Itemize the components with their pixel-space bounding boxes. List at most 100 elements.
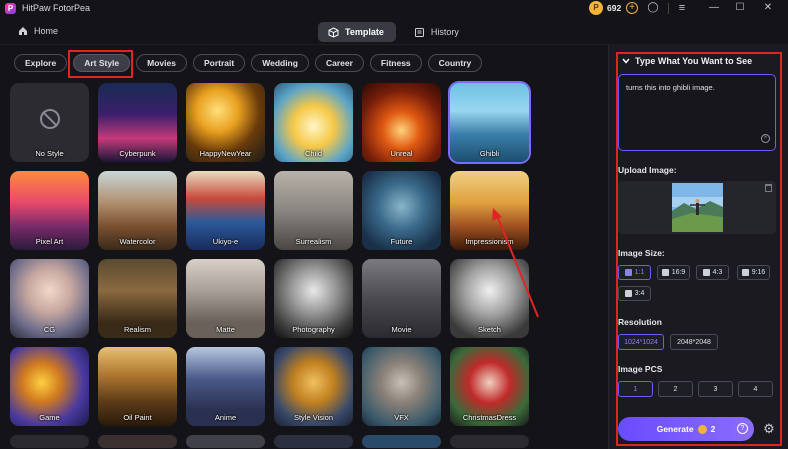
prompt-text: turns this into ghibli image. — [626, 83, 715, 92]
category-movies[interactable]: Movies — [136, 54, 187, 72]
clear-icon[interactable]: × — [761, 134, 770, 143]
style-label: Photography — [292, 325, 335, 334]
size-title: Image Size: — [618, 248, 665, 258]
style-tile-child[interactable]: Child — [274, 83, 353, 162]
style-tile-game[interactable]: Game — [10, 347, 89, 426]
style-tile-photography[interactable]: Photography — [274, 259, 353, 338]
panel-heading[interactable]: Type What You Want to See — [622, 56, 752, 66]
style-label: Game — [39, 413, 60, 422]
tab-template[interactable]: Template — [318, 22, 396, 42]
style-tile-oil-paint[interactable]: Oil Paint — [98, 347, 177, 426]
prompt-input[interactable]: turns this into ghibli image. × — [618, 74, 776, 151]
youtube-icon — [661, 269, 669, 276]
style-tile-cyberpunk[interactable]: Cyberpunk — [98, 83, 177, 162]
category-career[interactable]: Career — [314, 54, 364, 72]
category-country[interactable]: Country — [427, 54, 483, 72]
settings-icon[interactable]: ⚙ — [762, 422, 776, 436]
tab-history[interactable]: History — [404, 22, 471, 42]
style-tile-happynewyear[interactable]: HappyNewYear — [186, 83, 265, 162]
uploaded-image[interactable] — [672, 183, 723, 232]
style-label: Style Vision — [293, 413, 334, 422]
pcs-2[interactable]: 2 — [658, 381, 693, 397]
style-label: Cyberpunk — [119, 149, 156, 158]
style-tile-sketch[interactable]: Sketch — [450, 259, 529, 338]
style-tile-impressionism[interactable]: Impressionism — [450, 171, 529, 250]
resolution-options: 1024*1024 2048*2048 — [618, 334, 718, 350]
style-tile-partial[interactable] — [10, 435, 89, 448]
style-tile-matte[interactable]: Matte — [186, 259, 265, 338]
upload-area[interactable] — [618, 181, 776, 234]
minimize-button[interactable]: — — [708, 2, 720, 14]
resolution-1024[interactable]: 1024*1024 — [618, 334, 664, 350]
panel-heading-text: Type What You Want to See — [635, 56, 753, 66]
style-label: Sketch — [478, 325, 501, 334]
coin-icon — [697, 424, 707, 434]
style-tile-future[interactable]: Future — [362, 171, 441, 250]
maximize-button[interactable]: ☐ — [734, 2, 746, 14]
generate-button[interactable]: Generate 2 — [618, 417, 754, 441]
style-label: No Style — [35, 149, 64, 158]
style-tile-christmasdress[interactable]: ChristmasDress — [450, 347, 529, 426]
resolution-2048[interactable]: 2048*2048 — [670, 334, 718, 350]
style-tile-style-vision[interactable]: Style Vision — [274, 347, 353, 426]
style-tile-surrealism[interactable]: Surrealism — [274, 171, 353, 250]
size-3-4[interactable]: 3:4 — [618, 286, 651, 301]
size-label: 9:16 — [751, 269, 766, 276]
style-tile-vfx[interactable]: VFX — [362, 347, 441, 426]
pcs-1[interactable]: 1 — [618, 381, 653, 397]
style-tile-unreal[interactable]: Unreal — [362, 83, 441, 162]
style-tile-partial[interactable] — [98, 435, 177, 448]
size-16-9[interactable]: 16:9 — [657, 265, 690, 280]
history-icon — [414, 27, 424, 37]
credits-value: 692 — [607, 3, 622, 13]
size-label: 1:1 — [634, 269, 645, 276]
user-icon[interactable]: ◯ — [647, 2, 659, 14]
style-label: Ghibli — [479, 149, 500, 158]
style-tile-pixel-art[interactable]: Pixel Art — [10, 171, 89, 250]
template-gallery: Explore Art Style Movies Portrait Weddin… — [0, 44, 608, 449]
style-label: Surrealism — [295, 237, 332, 246]
category-fitness[interactable]: Fitness — [369, 54, 422, 72]
add-credits-button[interactable]: + — [626, 2, 638, 14]
trash-icon[interactable] — [765, 184, 772, 192]
help-icon[interactable]: ? — [737, 423, 748, 434]
style-tile-partial[interactable] — [362, 435, 441, 448]
style-tile-cg[interactable]: CG — [10, 259, 89, 338]
category-explore[interactable]: Explore — [14, 54, 68, 72]
style-tile-realism[interactable]: Realism — [98, 259, 177, 338]
style-label: Anime — [214, 413, 237, 422]
style-label: Oil Paint — [123, 413, 152, 422]
resolution-title: Resolution — [618, 317, 662, 327]
style-label: Impressionism — [465, 237, 514, 246]
tab-history-label: History — [430, 27, 459, 37]
generate-label: Generate — [656, 424, 694, 434]
category-portrait[interactable]: Portrait — [192, 54, 246, 72]
style-tile-partial[interactable] — [450, 435, 529, 448]
style-tile-partial[interactable] — [186, 435, 265, 448]
credits-badge[interactable]: P 692 — [589, 1, 621, 15]
pcs-3[interactable]: 3 — [698, 381, 733, 397]
style-tile-anime[interactable]: Anime — [186, 347, 265, 426]
style-tile-no-style[interactable]: No Style — [10, 83, 89, 162]
style-tile-watercolor[interactable]: Watercolor — [98, 171, 177, 250]
category-wedding[interactable]: Wedding — [251, 54, 309, 72]
style-tile-movie[interactable]: Movie — [362, 259, 441, 338]
cube-icon — [328, 26, 339, 38]
style-label: Watercolor — [119, 237, 156, 246]
app-title: HitPaw FotorPea — [22, 3, 91, 13]
style-tile-ghibli[interactable]: Ghibli — [450, 83, 529, 162]
style-tile-partial[interactable] — [274, 435, 353, 448]
style-tile-ukiyo-e[interactable]: Ukiyo-e — [186, 171, 265, 250]
generate-cost: 2 — [710, 424, 716, 434]
home-link[interactable]: Home — [18, 26, 58, 36]
size-label: 16:9 — [671, 269, 686, 276]
size-1-1[interactable]: 1:1 — [618, 265, 651, 280]
style-label: Movie — [391, 325, 412, 334]
menu-icon[interactable]: ≡ — [676, 2, 688, 14]
close-button[interactable]: ✕ — [762, 2, 774, 14]
size-9-16[interactable]: 9:16 — [737, 265, 770, 280]
style-label: ChristmasDress — [462, 413, 517, 422]
pcs-4[interactable]: 4 — [738, 381, 773, 397]
style-label: Future — [390, 237, 413, 246]
size-4-3[interactable]: 4:3 — [696, 265, 729, 280]
